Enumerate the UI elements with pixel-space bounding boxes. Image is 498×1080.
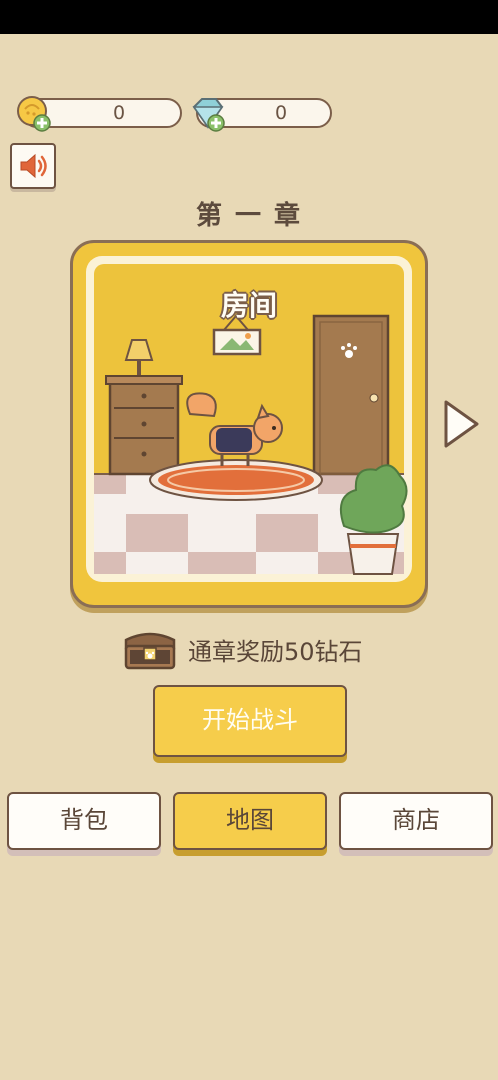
chapter-title: 第 一 章	[195, 201, 303, 231]
coin-count: 0	[112, 102, 126, 124]
treasure-chest-icon	[124, 632, 176, 670]
speaker-icon	[20, 153, 47, 179]
gem-count: 0	[274, 102, 288, 124]
nav-shop-button[interactable]: 商店	[339, 792, 493, 850]
level-name: 房间	[220, 289, 277, 322]
level-illustration: 房间	[86, 256, 412, 582]
nav-map-button[interactable]: 地图	[173, 792, 327, 850]
level-card[interactable]: 房间	[70, 240, 428, 608]
start-battle-button[interactable]: 开始战斗	[153, 685, 347, 757]
sound-toggle-button[interactable]	[10, 143, 56, 189]
status-bar	[0, 0, 498, 34]
nav-bag-button[interactable]: 背包	[7, 792, 161, 850]
chapter-reward-text: 通章奖励50钻石	[188, 638, 363, 666]
coin-plus-icon[interactable]	[14, 95, 54, 133]
next-chapter-arrow-icon[interactable]	[441, 398, 481, 450]
gem-plus-icon[interactable]	[188, 95, 228, 133]
